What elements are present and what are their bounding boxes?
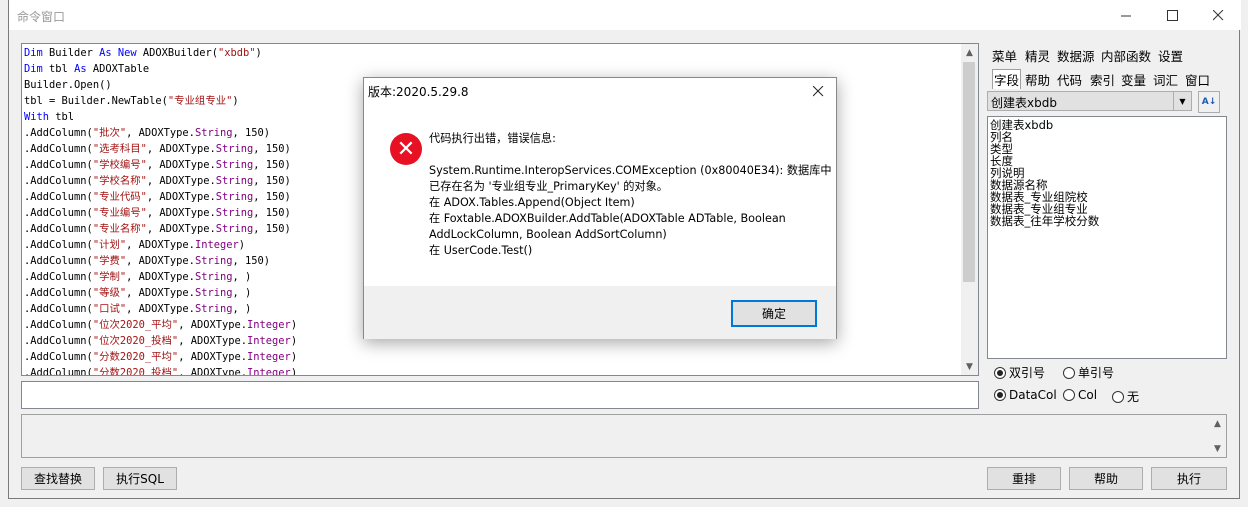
- tab-window[interactable]: 窗口: [1185, 70, 1210, 89]
- tab-wizard[interactable]: 精灵: [1025, 46, 1050, 65]
- list-item[interactable]: 数据表_往年学校分数: [990, 215, 1099, 227]
- execute-button[interactable]: 执行: [1151, 467, 1227, 490]
- close-icon: [1212, 9, 1223, 20]
- tab-menu[interactable]: 菜单: [992, 46, 1017, 65]
- tab-variables[interactable]: 变量: [1121, 70, 1146, 89]
- radio-none[interactable]: 无: [1112, 388, 1139, 405]
- radio-label: 无: [1127, 390, 1140, 404]
- scroll-thumb[interactable]: [963, 62, 975, 282]
- maximize-icon: [1166, 9, 1178, 21]
- code-line[interactable]: Dim tbl As ADOXTable: [24, 61, 960, 77]
- message-line: 已存在名为 '专业组专业_PrimaryKey' 的对象。: [429, 180, 668, 193]
- dialog-title: 版本:2020.5.29.8: [368, 85, 469, 99]
- output-scrollbar[interactable]: ▲ ▼: [1209, 415, 1226, 457]
- message-line: 在 ADOX.Tables.Append(Object Item): [429, 196, 635, 209]
- radio-label: Col: [1078, 388, 1098, 402]
- rearrange-button[interactable]: 重排: [987, 467, 1061, 490]
- message-line: 在 UserCode.Test(): [429, 244, 533, 257]
- radio-dot-icon: [994, 366, 1006, 379]
- radio-datacol[interactable]: DataCol: [994, 388, 1057, 402]
- output-scroll-down-icon[interactable]: ▼: [1209, 440, 1226, 457]
- scroll-down-icon[interactable]: ▼: [961, 358, 978, 375]
- error-icon: ✕: [390, 133, 422, 165]
- message-line: 在 Foxtable.ADOXBuilder.AddTable(ADOXTabl…: [429, 212, 786, 225]
- exec-sql-button[interactable]: 执行SQL: [103, 467, 177, 490]
- tab-vocabulary[interactable]: 词汇: [1153, 70, 1178, 89]
- message-line: AddLockColumn, Boolean AddSortColumn): [429, 228, 667, 241]
- tab-datasource[interactable]: 数据源: [1057, 46, 1095, 65]
- radio-label: 单引号: [1078, 366, 1115, 380]
- field-list[interactable]: 创建表xbdb 列名 类型 长度 列说明 数据源名称 数据表_专业组院校 数据表…: [987, 116, 1227, 359]
- close-icon: [812, 85, 823, 96]
- window-title: 命令窗口: [17, 10, 66, 24]
- error-dialog: 版本:2020.5.29.8 ✕ 代码执行出错，错误信息: System.Run…: [363, 77, 837, 339]
- message-line: 代码执行出错，错误信息:: [429, 132, 556, 145]
- maximize-button[interactable]: [1149, 0, 1195, 30]
- find-replace-button[interactable]: 查找替换: [21, 467, 95, 490]
- tab-functions[interactable]: 内部函数: [1101, 46, 1151, 65]
- close-button[interactable]: [1195, 0, 1241, 30]
- sort-az-button[interactable]: A↓: [1198, 91, 1220, 113]
- table-select-value: 创建表xbdb: [991, 96, 1057, 110]
- chevron-down-icon[interactable]: ▼: [1173, 92, 1191, 110]
- radio-single-quote[interactable]: 单引号: [1063, 364, 1114, 381]
- tab-settings[interactable]: 设置: [1158, 46, 1183, 65]
- code-line[interactable]: Dim Builder As New ADOXBuilder("xbdb"): [24, 45, 960, 61]
- radio-dot-icon: [1112, 390, 1124, 403]
- command-input[interactable]: [21, 381, 979, 409]
- output-box: ▲ ▼: [21, 414, 1227, 458]
- tab-index[interactable]: 索引: [1090, 70, 1115, 89]
- tab-code[interactable]: 代码: [1057, 70, 1082, 89]
- help-button[interactable]: 帮助: [1069, 467, 1143, 490]
- dialog-footer: 确定: [364, 286, 836, 339]
- scroll-up-icon[interactable]: ▲: [961, 44, 978, 61]
- message-line: System.Runtime.InteropServices.COMExcept…: [429, 164, 832, 177]
- radio-dot-icon: [994, 389, 1006, 401]
- radio-label: DataCol: [1009, 388, 1057, 402]
- radio-label: 双引号: [1009, 366, 1046, 380]
- output-scroll-up-icon[interactable]: ▲: [1209, 415, 1226, 432]
- title-bar: 命令窗口: [9, 0, 1241, 30]
- tab-fields[interactable]: 字段: [992, 69, 1022, 89]
- radio-dot-icon: [1063, 366, 1075, 379]
- radio-double-quote[interactable]: 双引号: [994, 364, 1045, 381]
- sort-az-icon: A↓: [1201, 97, 1217, 107]
- error-message: 代码执行出错，错误信息: System.Runtime.InteropServi…: [429, 131, 832, 259]
- radio-col[interactable]: Col: [1063, 388, 1097, 402]
- message-line: [429, 147, 829, 163]
- ok-button[interactable]: 确定: [731, 300, 817, 327]
- radio-dot-icon: [1063, 389, 1075, 401]
- code-line[interactable]: .AddColumn("分数2020_投档", ADOXType.Integer…: [24, 365, 960, 375]
- tab-help[interactable]: 帮助: [1025, 70, 1050, 89]
- code-line[interactable]: .AddColumn("分数2020_平均", ADOXType.Integer…: [24, 349, 960, 365]
- editor-scrollbar[interactable]: ▲ ▼: [961, 44, 978, 375]
- minimize-icon: [1120, 15, 1131, 16]
- table-select[interactable]: 创建表xbdb ▼: [987, 91, 1192, 111]
- dialog-close-button[interactable]: [806, 80, 830, 102]
- minimize-button[interactable]: [1103, 0, 1149, 30]
